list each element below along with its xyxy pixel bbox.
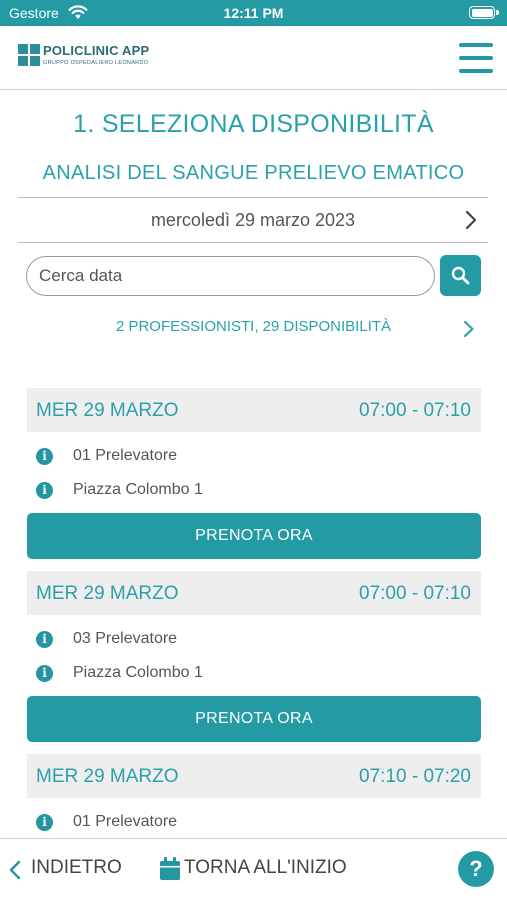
help-icon[interactable]: ? bbox=[458, 851, 494, 887]
slot-time: 07:00 - 07:10 bbox=[359, 583, 471, 604]
next-date-chevron-icon[interactable] bbox=[464, 210, 478, 230]
back-to-start-label: TORNA ALL'INIZIO bbox=[184, 857, 347, 878]
app-brand-name: POLICLINIC APP bbox=[43, 43, 150, 58]
menu-icon[interactable] bbox=[459, 43, 493, 73]
bottom-bar: INDIETRO TORNA ALL'INIZIO ? bbox=[0, 838, 507, 900]
slot-header: MER 29 MARZO 07:00 - 07:10 bbox=[27, 388, 481, 432]
chevron-left-icon bbox=[9, 860, 21, 880]
screen: Gestore 12:11 PM POLICLINIC APP GRUPPO O… bbox=[0, 0, 507, 900]
info-icon: i bbox=[36, 631, 53, 648]
slot-time: 07:10 - 07:20 bbox=[359, 766, 471, 787]
chevron-right-icon[interactable] bbox=[463, 320, 475, 338]
slot-header: MER 29 MARZO 07:00 - 07:10 bbox=[27, 571, 481, 615]
app-logo[interactable]: POLICLINIC APP GRUPPO OSPEDALIERO LEONAR… bbox=[18, 43, 178, 69]
info-icon: i bbox=[36, 814, 53, 831]
info-icon: i bbox=[36, 448, 53, 465]
page-title: 1. SELEZIONA DISPONIBILITÀ bbox=[73, 110, 434, 138]
book-now-button[interactable]: PRENOTA ORA bbox=[27, 513, 481, 559]
slot-professional: 01 Prelevatore bbox=[73, 813, 178, 830]
back-button-label: INDIETRO bbox=[31, 857, 122, 878]
search-date-input[interactable] bbox=[26, 256, 435, 296]
calendar-icon bbox=[160, 857, 180, 880]
info-icon: i bbox=[36, 482, 53, 499]
selected-date: mercoledì 29 marzo 2023 bbox=[150, 210, 356, 230]
logo-mark-icon bbox=[18, 44, 40, 66]
slot-professional: 01 Prelevatore bbox=[73, 447, 178, 464]
slot-location: Piazza Colombo 1 bbox=[73, 664, 203, 681]
divider bbox=[18, 242, 488, 243]
app-tagline: GRUPPO OSPEDALIERO LEONARDO bbox=[43, 60, 149, 66]
availability-summary[interactable]: 2 PROFESSIONISTI, 29 DISPONIBILITÀ bbox=[0, 318, 507, 335]
slot-location: Piazza Colombo 1 bbox=[73, 481, 203, 498]
slot-header: MER 29 MARZO 07:10 - 07:20 bbox=[27, 754, 481, 798]
status-bar: Gestore 12:11 PM bbox=[0, 0, 507, 26]
battery-cap bbox=[496, 10, 499, 15]
service-title: ANALISI DEL SANGUE PRELIEVO EMATICO bbox=[42, 162, 465, 184]
status-time: 12:11 PM bbox=[223, 5, 284, 21]
search-button[interactable] bbox=[440, 255, 481, 296]
top-bar: POLICLINIC APP GRUPPO OSPEDALIERO LEONAR… bbox=[0, 26, 507, 90]
slot-date: MER 29 MARZO bbox=[36, 583, 179, 604]
book-now-button[interactable]: PRENOTA ORA bbox=[27, 696, 481, 742]
slot-professional: 03 Prelevatore bbox=[73, 630, 178, 647]
slot-date: MER 29 MARZO bbox=[36, 400, 179, 421]
search-icon bbox=[451, 266, 470, 285]
info-icon: i bbox=[36, 665, 53, 682]
slot-time: 07:00 - 07:10 bbox=[359, 400, 471, 421]
date-navigator: mercoledì 29 marzo 2023 bbox=[18, 198, 488, 242]
battery-icon bbox=[469, 6, 495, 19]
slot-date: MER 29 MARZO bbox=[36, 766, 179, 787]
